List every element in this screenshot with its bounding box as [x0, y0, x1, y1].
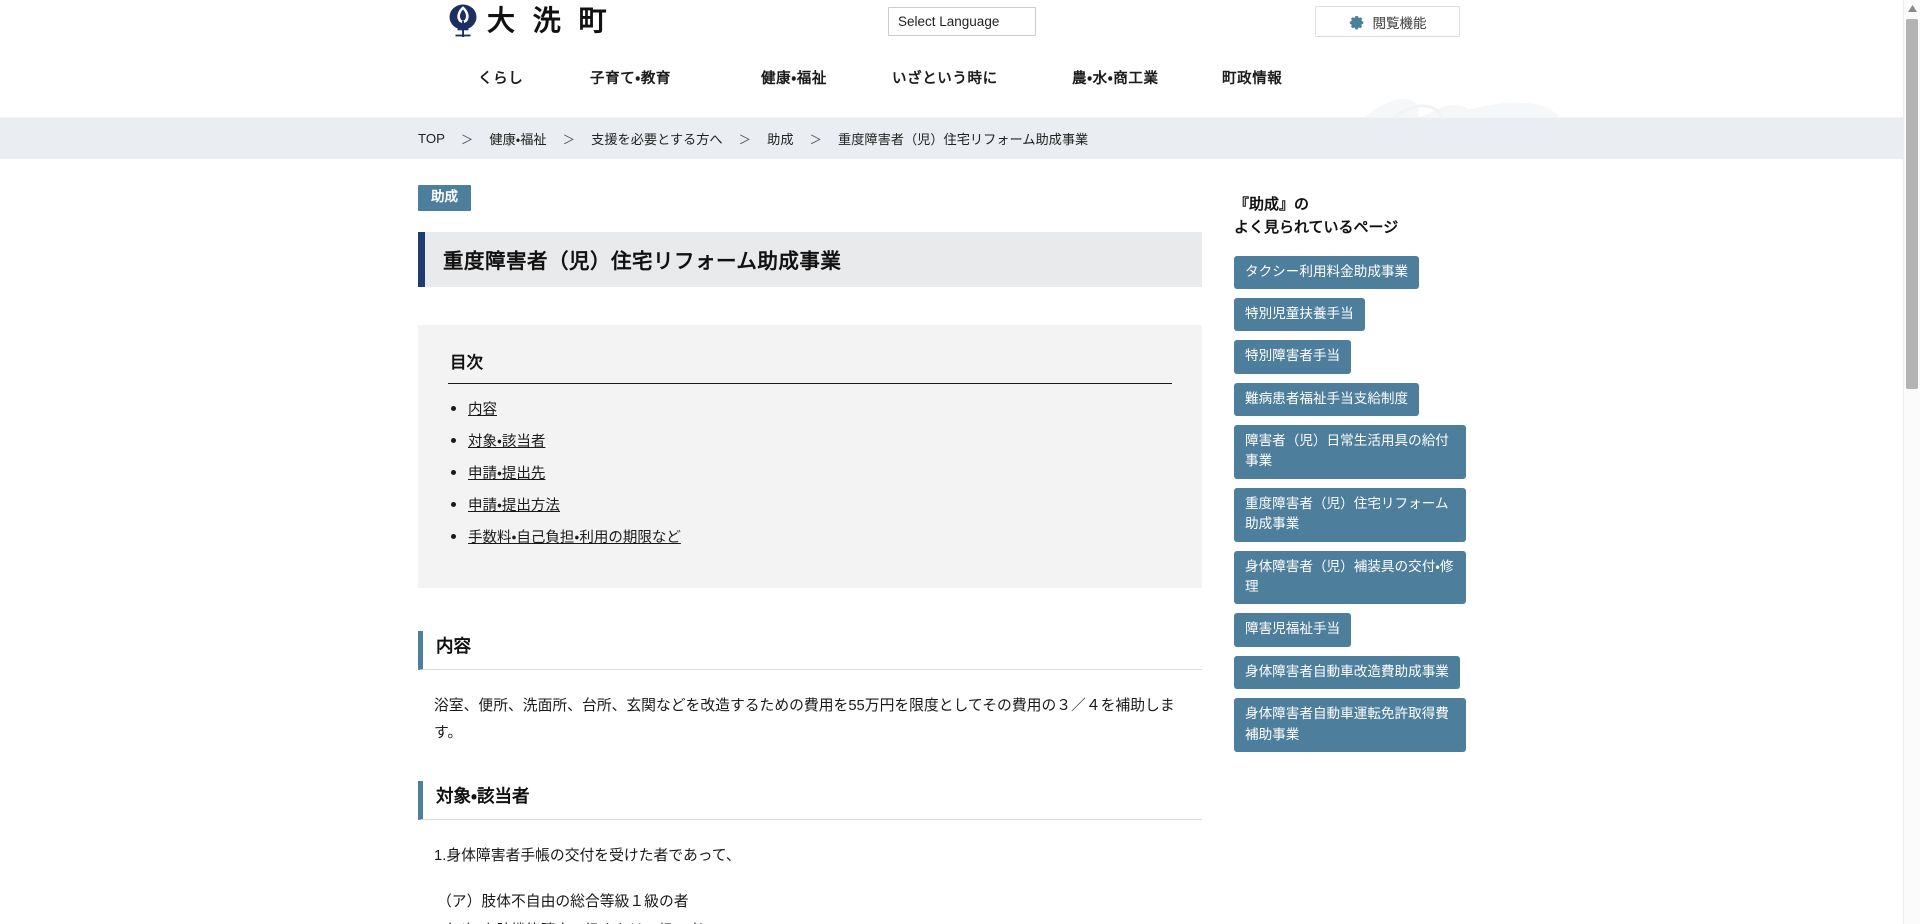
page-viewport: 大 洗 町 Select Language 閲覧機能 くらし 子育て・教育 健康… [0, 0, 1920, 924]
list-item: 障害児福祉手当 [1234, 613, 1466, 655]
site-logo[interactable]: 大 洗 町 [448, 4, 612, 38]
main-content: 助成 重度障害者（児）住宅リフォーム助成事業 目次 内容 対象・該当者 申請・提… [418, 185, 1202, 924]
toc-title: 目次 [450, 353, 483, 372]
page-body: 助成 重度障害者（児）住宅リフォーム助成事業 目次 内容 対象・該当者 申請・提… [0, 159, 1920, 924]
sidebar-item-hosogu[interactable]: 身体障害者（児）補装具の交付・修理 [1234, 550, 1466, 605]
list-item: 身体障害者（児）補装具の交付・修理 [1234, 550, 1466, 614]
breadcrumb-item-top[interactable]: TOP [418, 131, 445, 146]
toc-link-naiyo[interactable]: 内容 [468, 402, 497, 418]
sidebar-item-jutaku-reform[interactable]: 重度障害者（児）住宅リフォーム助成事業 [1234, 487, 1466, 542]
sidebar-item-taxi[interactable]: タクシー利用料金助成事業 [1234, 255, 1420, 289]
nav-item-chosei-joho[interactable]: 町政情報 [1222, 67, 1282, 88]
sidebar-item-nanbyo[interactable]: 難病患者福祉手当支給制度 [1234, 382, 1420, 417]
list-item: 障害者（児）日常生活用具の給付事業 [1234, 425, 1466, 488]
section-naiyo: 内容 浴室、便所、洗面所、台所、玄関などを改造するための費用を55万円を限度とし… [418, 630, 1202, 747]
section-heading-naiyo: 内容 [418, 630, 1202, 670]
sidebar-item-jidosha-kaizo[interactable]: 身体障害者自動車改造費助成事業 [1234, 655, 1460, 690]
list-item: タクシー利用料金助成事業 [1234, 255, 1466, 298]
table-of-contents: 目次 内容 対象・該当者 申請・提出先 申請・提出方法 手数料・自己負担・利用の… [418, 324, 1202, 588]
language-selector-label: Select Language [898, 14, 1000, 29]
category-badge[interactable]: 助成 [418, 185, 471, 211]
toc-link-tesuryo[interactable]: 手数料・自己負担・利用の期限など [468, 530, 681, 546]
toc-list-item: 申請・提出方法 [448, 494, 1172, 515]
accessibility-button[interactable]: 閲覧機能 [1315, 6, 1460, 37]
toc-list-item: 手数料・自己負担・利用の期限など [448, 526, 1172, 547]
sidebar-heading-line2: よく見られているページ [1234, 219, 1399, 237]
section-paragraph-naiyo: 浴室、便所、洗面所、台所、玄関などを改造するための費用を55万円を限度としてその… [434, 697, 1175, 741]
breadcrumb-item-kenko-fukushi[interactable]: 健康・福祉 [489, 129, 546, 148]
nav-item-kurashi[interactable]: くらし [478, 67, 590, 88]
taisho-item-a: （ア）肢体不自由の総合等級１級の者 [437, 894, 689, 911]
sidebar-item-tokubetsu-jido[interactable]: 特別児童扶養手当 [1234, 297, 1365, 332]
breadcrumb-item-current: 重度障害者（児）住宅リフォーム助成事業 [838, 132, 1089, 147]
oarai-town-emblem-icon [449, 4, 477, 37]
list-item: 難病患者福祉手当支給制度 [1234, 382, 1466, 425]
sidebar: 『助成』の よく見られているページ タクシー利用料金助成事業 特別児童扶養手当 … [1234, 185, 1466, 924]
gear-icon [1349, 15, 1363, 29]
page-title: 重度障害者（児）住宅リフォーム助成事業 [418, 231, 1202, 287]
toc-list: 内容 対象・該当者 申請・提出先 申請・提出方法 手数料・自己負担・利用の期限な… [448, 398, 1172, 547]
toc-link-shinsei-teishutsusaki[interactable]: 申請・提出先 [468, 466, 545, 482]
page-scrollbar[interactable] [1903, 0, 1920, 924]
site-header: 大 洗 町 Select Language 閲覧機能 くらし 子育て・教育 健康… [0, 0, 1920, 117]
toc-divider [448, 382, 1172, 384]
scroll-up-arrow-icon[interactable] [1904, 0, 1920, 17]
toc-link-taisho[interactable]: 対象・該当者 [468, 434, 545, 450]
list-item: 身体障害者自動車運転免許取得費補助事業 [1234, 698, 1466, 761]
nav-item-kosodate[interactable]: 子育て・教育 [590, 67, 761, 88]
language-selector[interactable]: Select Language [888, 7, 1036, 36]
list-item: 特別障害者手当 [1234, 340, 1466, 382]
nav-item-izatoiutokini[interactable]: いざという時に [892, 67, 1072, 88]
toc-link-shinsei-hoho[interactable]: 申請・提出方法 [468, 498, 560, 514]
toc-list-item: 申請・提出先 [448, 462, 1172, 483]
breadcrumb-separator: ＞ [460, 133, 474, 147]
list-item: 特別児童扶養手当 [1234, 297, 1466, 340]
section-heading-taisho: 対象・該当者 [418, 780, 1202, 820]
sidebar-item-menkyo-shutoku[interactable]: 身体障害者自動車運転免許取得費補助事業 [1234, 698, 1466, 752]
nav-item-kenko-fukushi[interactable]: 健康・福祉 [761, 67, 892, 88]
global-navigation: くらし 子育て・教育 健康・福祉 いざという時に 農・水・商工業 町政情報 [0, 52, 1920, 102]
site-logo-text: 大 洗 町 [487, 5, 612, 36]
scrollbar-thumb[interactable] [1906, 19, 1918, 389]
section-lead-taisho: 1.身体障害者手帳の交付を受けた者であって、 [434, 847, 741, 864]
list-item: 重度障害者（児）住宅リフォーム助成事業 [1234, 487, 1466, 551]
breadcrumb-item-josei[interactable]: 助成 [767, 129, 793, 148]
breadcrumb-separator: ＞ [562, 133, 576, 147]
toc-list-item: 対象・該当者 [448, 430, 1172, 451]
list-item: 身体障害者自動車改造費助成事業 [1234, 655, 1466, 698]
sidebar-item-shogaiji-fukushi[interactable]: 障害児福祉手当 [1234, 613, 1352, 647]
sidebar-popular-list: タクシー利用料金助成事業 特別児童扶養手当 特別障害者手当 難病患者福祉手当支給… [1234, 255, 1466, 761]
breadcrumb-item-shien[interactable]: 支援を必要とする方へ [591, 129, 722, 148]
taisho-item-i: （イ）上肢機能障害１級または２級の者 [418, 920, 1202, 924]
sidebar-heading-line1: 『助成』の [1234, 196, 1310, 213]
accessibility-button-label: 閲覧機能 [1372, 15, 1427, 31]
sidebar-item-nichijo-seikatsu[interactable]: 障害者（児）日常生活用具の給付事業 [1234, 425, 1466, 479]
header-top-row: 大 洗 町 Select Language 閲覧機能 [0, 0, 1920, 52]
breadcrumb-separator: ＞ [809, 133, 823, 147]
sidebar-heading: 『助成』の よく見られているページ [1234, 193, 1466, 240]
section-taisho: 対象・該当者 1.身体障害者手帳の交付を受けた者であって、 （ア）肢体不自由の総… [418, 780, 1202, 924]
breadcrumb-separator: ＞ [738, 133, 752, 147]
toc-list-item: 内容 [448, 398, 1172, 419]
sidebar-item-tokubetsu-shogaisha[interactable]: 特別障害者手当 [1234, 340, 1352, 374]
breadcrumb: TOP ＞ 健康・福祉 ＞ 支援を必要とする方へ ＞ 助成 ＞ 重度障害者（児）… [0, 117, 1920, 159]
nav-item-nosui-shokogyo[interactable]: 農・水・商工業 [1072, 67, 1222, 88]
